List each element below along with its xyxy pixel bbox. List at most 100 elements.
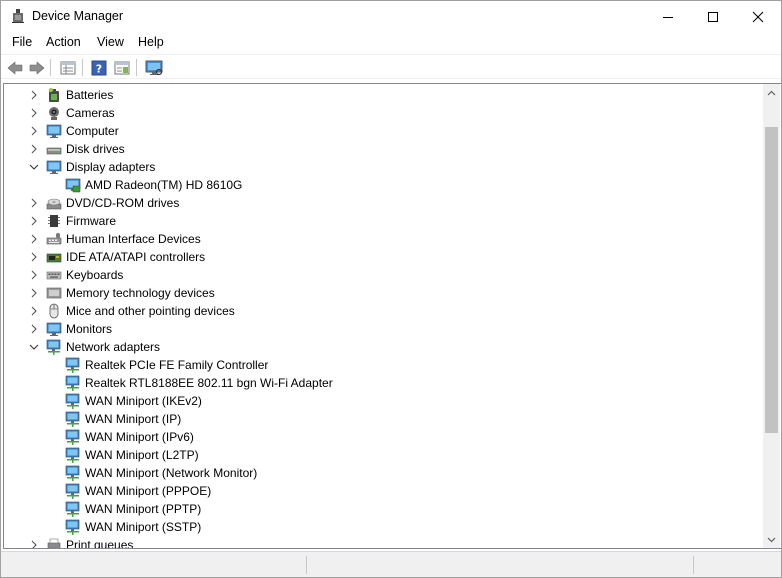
- scroll-down-button[interactable]: [763, 531, 780, 548]
- network-icon: [65, 501, 80, 517]
- chevron-right-icon[interactable]: [28, 305, 40, 317]
- tree-node-label: Batteries: [66, 88, 114, 102]
- monitor-icon: [46, 322, 62, 336]
- tree-node[interactable]: WAN Miniport (L2TP): [4, 446, 762, 464]
- status-pane-divider: [693, 556, 694, 574]
- tree-node[interactable]: Realtek RTL8188EE 802.11 bgn Wi-Fi Adapt…: [4, 374, 762, 392]
- tree-node[interactable]: WAN Miniport (Network Monitor): [4, 464, 762, 482]
- chevron-right-icon[interactable]: [28, 323, 40, 335]
- maximize-button[interactable]: [690, 1, 736, 32]
- chevron-right-icon[interactable]: [28, 89, 40, 101]
- chevron-right-icon[interactable]: [28, 539, 40, 548]
- window-title: Device Manager: [32, 9, 124, 23]
- tree-node-label: WAN Miniport (PPPOE): [85, 484, 212, 498]
- menu-action[interactable]: Action: [46, 35, 81, 49]
- tree-node[interactable]: DVD/CD-ROM drives: [4, 194, 762, 212]
- tree-node[interactable]: Monitors: [4, 320, 762, 338]
- monitor-scan-icon: [145, 60, 163, 75]
- tree-node[interactable]: Keyboards: [4, 266, 762, 284]
- chevron-right-icon[interactable]: [28, 233, 40, 245]
- scroll-thumb[interactable]: [765, 127, 778, 433]
- tree-node-label: DVD/CD-ROM drives: [66, 196, 180, 210]
- tree-node-label: Realtek RTL8188EE 802.11 bgn Wi-Fi Adapt…: [85, 376, 333, 390]
- scroll-up-button[interactable]: [763, 84, 780, 101]
- title-bar[interactable]: Device Manager: [1, 1, 781, 32]
- tree-node[interactable]: Human Interface Devices: [4, 230, 762, 248]
- tree-node[interactable]: Network adapters: [4, 338, 762, 356]
- device-tree[interactable]: Batteries Cameras Computer Disk drives Displ…: [4, 84, 762, 548]
- tree-node[interactable]: Mice and other pointing devices: [4, 302, 762, 320]
- tree-node-label: WAN Miniport (SSTP): [85, 520, 202, 534]
- tree-node-label: Keyboards: [66, 268, 124, 282]
- arrow-right-icon: [29, 60, 45, 75]
- forward-button[interactable]: [27, 58, 47, 77]
- tree-node[interactable]: WAN Miniport (PPPOE): [4, 482, 762, 500]
- scan-hardware-button[interactable]: [144, 58, 164, 77]
- chevron-right-icon[interactable]: [28, 251, 40, 263]
- hid-icon: [46, 233, 62, 245]
- tree-node[interactable]: WAN Miniport (SSTP): [4, 518, 762, 536]
- chevron-right-icon[interactable]: [28, 107, 40, 119]
- tree-node-label: Display adapters: [66, 160, 156, 174]
- chevron-down-icon[interactable]: [28, 341, 40, 353]
- tree-node[interactable]: Memory technology devices: [4, 284, 762, 302]
- network-icon: [65, 357, 80, 373]
- tree-node[interactable]: WAN Miniport (IKEv2): [4, 392, 762, 410]
- chevron-right-icon[interactable]: [28, 143, 40, 155]
- vertical-scrollbar[interactable]: [763, 84, 780, 548]
- disk-icon: [46, 147, 62, 155]
- network-icon: [65, 411, 80, 427]
- tree-node[interactable]: WAN Miniport (IP): [4, 410, 762, 428]
- chevron-right-icon[interactable]: [28, 269, 40, 281]
- tree-node[interactable]: Cameras: [4, 104, 762, 122]
- battery-icon: [49, 88, 59, 102]
- chevron-right-icon[interactable]: [28, 197, 40, 209]
- tree-node-label: IDE ATA/ATAPI controllers: [66, 250, 206, 264]
- help-button[interactable]: ?: [89, 58, 109, 77]
- properties-button[interactable]: [58, 58, 78, 77]
- tree-node-label: WAN Miniport (IKEv2): [85, 394, 202, 408]
- network-icon: [65, 483, 80, 499]
- menu-file[interactable]: File: [12, 35, 32, 49]
- chevron-right-icon[interactable]: [28, 215, 40, 227]
- tree-node-label: AMD Radeon(TM) HD 8610G: [85, 178, 243, 192]
- tree-node[interactable]: Display adapters: [4, 158, 762, 176]
- tree-node[interactable]: Disk drives: [4, 140, 762, 158]
- tree-node[interactable]: AMD Radeon(TM) HD 8610G: [4, 176, 762, 194]
- tree-node-label: WAN Miniport (Network Monitor): [85, 466, 258, 480]
- tree-node[interactable]: IDE ATA/ATAPI controllers: [4, 248, 762, 266]
- arrow-left-icon: [7, 60, 23, 75]
- tree-node-label: WAN Miniport (PPTP): [85, 502, 202, 516]
- tree-node[interactable]: Computer: [4, 122, 762, 140]
- tree-node[interactable]: Batteries: [4, 86, 762, 104]
- dvd-icon: [46, 198, 62, 210]
- tree-node[interactable]: WAN Miniport (IPv6): [4, 428, 762, 446]
- network-icon: [65, 393, 80, 409]
- tree-node[interactable]: Realtek PCIe FE Family Controller: [4, 356, 762, 374]
- menu-view[interactable]: View: [97, 35, 124, 49]
- tree-node[interactable]: Print queues: [4, 536, 762, 548]
- tree-node[interactable]: Firmware: [4, 212, 762, 230]
- tree-node-label: Memory technology devices: [66, 286, 215, 300]
- back-button[interactable]: [5, 58, 25, 77]
- printer-icon: [47, 538, 61, 548]
- network-icon: [46, 339, 61, 355]
- close-button[interactable]: [735, 1, 781, 32]
- device-manager-icon: [12, 9, 24, 23]
- svg-text:?: ?: [96, 62, 102, 75]
- close-icon: [752, 11, 764, 22]
- maximize-icon: [708, 11, 718, 22]
- tree-node-label: Network adapters: [66, 340, 161, 354]
- network-icon: [65, 375, 80, 391]
- tree-node-label: WAN Miniport (IPv6): [85, 430, 194, 444]
- tree-node[interactable]: WAN Miniport (PPTP): [4, 500, 762, 518]
- details-pane-button[interactable]: [112, 58, 132, 77]
- chevron-right-icon[interactable]: [28, 287, 40, 299]
- menu-help[interactable]: Help: [138, 35, 164, 49]
- monitor-icon: [46, 124, 62, 138]
- chevron-right-icon[interactable]: [28, 125, 40, 137]
- controller-icon: [46, 253, 62, 263]
- chevron-down-icon: [767, 537, 776, 542]
- minimize-button[interactable]: [645, 1, 691, 32]
- chevron-down-icon[interactable]: [28, 161, 40, 173]
